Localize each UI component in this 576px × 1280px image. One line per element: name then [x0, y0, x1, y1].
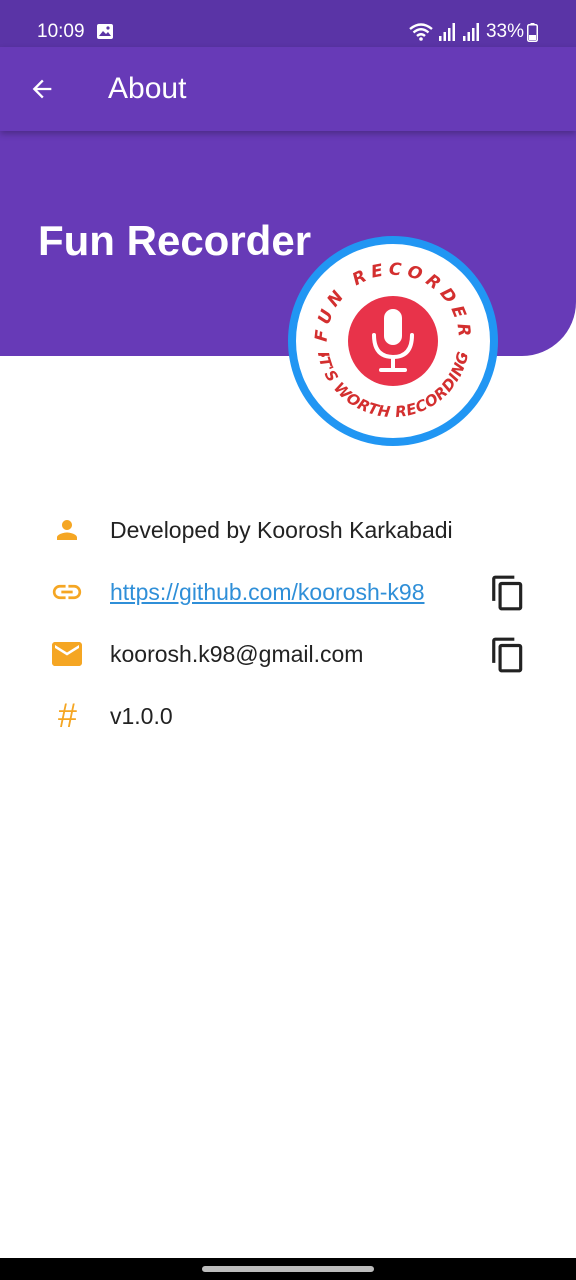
home-handle[interactable] [202, 1266, 374, 1272]
copy-icon [492, 637, 523, 673]
system-nav-bar [0, 1258, 576, 1280]
logo-dot [321, 353, 325, 357]
app-bar: About [0, 47, 576, 131]
developer-text: Developed by Koorosh Karkabadi [110, 517, 453, 543]
github-row: https://github.com/koorosh-k98 [0, 561, 576, 623]
app-name: Fun Recorder [38, 217, 312, 264]
person-icon [49, 514, 85, 546]
back-button[interactable] [24, 71, 60, 107]
email-text: koorosh.k98@gmail.com [110, 641, 364, 667]
image-icon [96, 23, 114, 40]
github-link[interactable]: https://github.com/koorosh-k98 [110, 578, 425, 606]
status-time: 10:09 [37, 21, 85, 42]
status-indicators: 33% [408, 20, 538, 44]
about-screen: 10:09 33% About Fun Recorder FUN RECORDE… [0, 0, 576, 1280]
wifi-icon [408, 22, 434, 42]
developer-row: Developed by Koorosh Karkabadi [0, 499, 576, 561]
logo-dot [461, 353, 465, 357]
arrow-back-icon [32, 79, 52, 99]
copy-github-button[interactable] [488, 573, 528, 613]
version-text: v1.0.0 [110, 703, 173, 729]
status-bar: 10:09 33% [0, 0, 576, 47]
battery-icon [527, 22, 538, 42]
copy-email-button[interactable] [488, 635, 528, 675]
link-icon [49, 576, 85, 608]
copy-icon [492, 575, 523, 611]
mail-icon [49, 638, 85, 670]
app-logo: FUN RECORDER IT'S WORTH RECORDING [287, 235, 499, 447]
page-title: About [108, 72, 187, 105]
signal-icon [462, 22, 480, 42]
battery-percent: 33% [485, 21, 524, 42]
hash-icon: # [57, 697, 77, 735]
signal-icon [438, 22, 456, 42]
email-row: koorosh.k98@gmail.com [0, 623, 576, 685]
version-row: # v1.0.0 [0, 685, 576, 747]
